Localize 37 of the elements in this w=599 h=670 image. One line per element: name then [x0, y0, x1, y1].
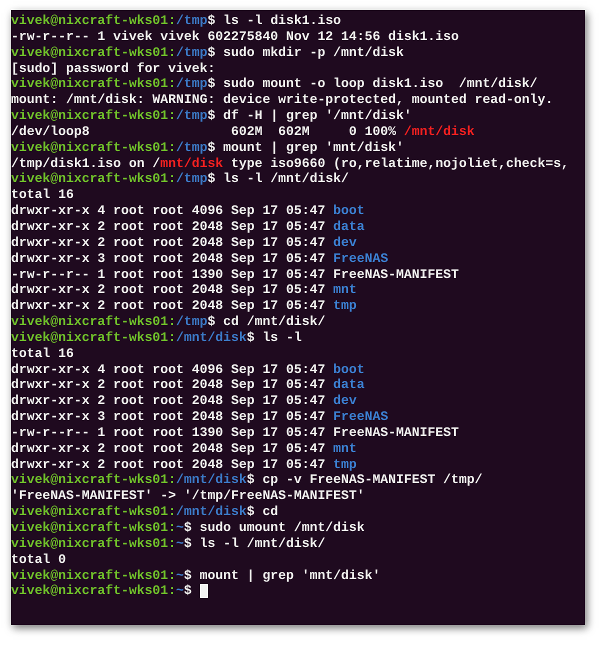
terminal-line: vivek@nixcraft-wks01:/tmp$ ls -l /mnt/disk/ — [11, 171, 349, 188]
terminal-line: total 16 — [11, 346, 74, 362]
terminal-line: /dev/loop8 602M 602M 0 100% /mnt/disk — [11, 124, 475, 140]
terminal-line: drwxr-xr-x 4 root root 4096 Sep 17 05:47 boot — [11, 203, 365, 219]
terminal-line: drwxr-xr-x 2 root root 2048 Sep 17 05:47 data — [11, 377, 365, 394]
terminal-line: -rw-r--r-- 1 root root 1390 Sep 17 05:47 FreeNAS-MANIFEST — [11, 424, 459, 441]
terminal-line: drwxr-xr-x 2 root root 2048 Sep 17 05:47 dev — [11, 234, 357, 251]
terminal-line: vivek@nixcraft-wks01:/tmp$ sudo mount -o loop disk1.iso /mnt/disk/ — [11, 76, 538, 92]
terminal-line: vivek@nixcraft-wks01:/tmp$ cd /mnt/disk/ — [11, 314, 326, 330]
terminal-line: [sudo] password for vivek: — [11, 60, 216, 76]
terminal-line: vivek@nixcraft-wks01:~$ sudo umount /mnt/disk — [11, 520, 365, 536]
terminal-line: drwxr-xr-x 2 root root 2048 Sep 17 05:47 mnt — [11, 440, 357, 457]
terminal-line: drwxr-xr-x 2 root root 2048 Sep 17 05:47 mnt — [11, 282, 357, 298]
terminal-line: total 0 — [11, 552, 66, 568]
terminal-line: drwxr-xr-x 2 root root 2048 Sep 17 05:47 tmp — [11, 298, 357, 314]
terminal-line: -rw-r--r-- 1 root root 1390 Sep 17 05:47 FreeNAS-MANIFEST — [11, 266, 459, 282]
terminal-line: drwxr-xr-x 3 root root 2048 Sep 17 05:47 FreeNAS — [11, 250, 388, 266]
terminal-line: vivek@nixcraft-wks01:/mnt/disk$ cd — [11, 504, 278, 520]
terminal-line: mount: /mnt/disk: WARNING: device write-protected, mounted read-only. — [11, 92, 554, 108]
terminal-line: drwxr-xr-x 4 root root 4096 Sep 17 05:47 boot — [11, 362, 365, 378]
terminal-line: vivek@nixcraft-wks01:/mnt/disk$ cp -v FreeNAS-MANIFEST /tmp/ — [11, 472, 482, 488]
terminal-line: vivek@nixcraft-wks01:/tmp$ sudo mkdir -p /mnt/disk — [11, 44, 404, 61]
terminal-line: vivek@nixcraft-wks01:/tmp$ df -H | grep '/mnt/disk' — [11, 108, 412, 124]
terminal-line: drwxr-xr-x 2 root root 2048 Sep 17 05:47 data — [11, 218, 365, 235]
terminal-line: vivek@nixcraft-wks01:/tmp$ mount | grep 'mnt/disk' — [11, 140, 404, 156]
terminal-line: drwxr-xr-x 2 root root 2048 Sep 17 05:47 dev — [11, 393, 357, 410]
terminal-line: /tmp/disk1.iso on /mnt/disk type iso9660 (ro,relatime,nojoliet,check=s, — [11, 156, 569, 172]
terminal-line: vivek@nixcraft-wks01:/tmp$ ls -l disk1.iso — [11, 13, 342, 29]
terminal-line: vivek@nixcraft-wks01:~$ — [11, 583, 193, 600]
terminal-line: -rw-r--r-- 1 vivek vivek 602275840 Nov 12 14:56 disk1.iso — [11, 28, 459, 45]
terminal-line: drwxr-xr-x 2 root root 2048 Sep 17 05:47 tmp — [11, 456, 357, 472]
terminal-line: total 16 — [11, 187, 74, 204]
terminal-line: vivek@nixcraft-wks01:~$ ls -l /mnt/disk/ — [11, 536, 326, 552]
terminal-line: vivek@nixcraft-wks01:/mnt/disk$ ls -l — [11, 330, 302, 346]
terminal-line: 'FreeNAS-MANIFEST' -> '/tmp/FreeNAS-MANIFEST' — [11, 488, 365, 504]
terminal-line: drwxr-xr-x 3 root root 2048 Sep 17 05:47 FreeNAS — [11, 409, 388, 425]
terminal-line: vivek@nixcraft-wks01:~$ mount | grep 'mnt/disk' — [11, 568, 380, 584]
